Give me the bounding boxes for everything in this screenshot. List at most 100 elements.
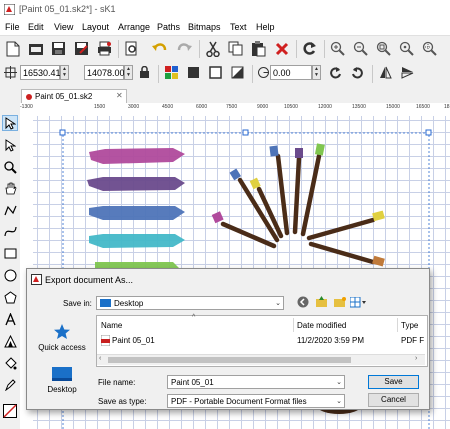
zoom-page-icon <box>376 41 391 56</box>
fill-toggle-button[interactable] <box>184 63 203 82</box>
y-position-spinner[interactable]: ▲ ▼ <box>124 65 133 80</box>
desktop-folder-icon <box>100 299 111 307</box>
desktop-label: Desktop <box>47 385 77 394</box>
type-column-header[interactable]: Type <box>401 321 418 330</box>
save-as-type-dropdown[interactable]: PDF - Portable Document Format files ⌄ <box>167 394 345 408</box>
menu-view[interactable]: View <box>54 22 73 32</box>
polygon-tool[interactable] <box>2 289 18 305</box>
scrollbar-thumb[interactable] <box>108 357 351 363</box>
zoom-out-icon <box>353 41 368 56</box>
flip-horizontal-button[interactable] <box>376 63 395 82</box>
cancel-dialog-button[interactable]: Cancel <box>368 393 419 407</box>
redo-icon <box>177 42 192 51</box>
ruler-label: 7500 <box>226 104 238 110</box>
fill-tool[interactable] <box>2 355 18 371</box>
zoom-in-button[interactable] <box>328 39 347 58</box>
flip-vertical-button[interactable] <box>398 63 417 82</box>
scroll-right-icon[interactable]: › <box>415 355 417 362</box>
menu-layout[interactable]: Layout <box>82 22 109 32</box>
undo-button[interactable] <box>150 39 169 58</box>
zoom-page-button[interactable] <box>374 39 393 58</box>
redo-button[interactable] <box>174 39 193 58</box>
menu-file[interactable]: File <box>5 22 20 32</box>
menu-arrange[interactable]: Arrange <box>118 22 150 32</box>
page-orientation-button[interactable] <box>162 63 181 82</box>
toolbar-separator <box>158 65 159 83</box>
cut-button[interactable] <box>203 39 222 58</box>
copy-button[interactable] <box>226 39 245 58</box>
node-edit-tool[interactable] <box>2 137 18 153</box>
desktop-place[interactable]: Desktop <box>30 367 94 394</box>
gradient-tool[interactable] <box>2 333 18 349</box>
file-name-input[interactable]: Paint 05_01 ⌄ <box>167 375 345 389</box>
name-column-header[interactable]: Name <box>101 321 122 330</box>
paintbrush-handle <box>306 217 376 241</box>
eyedropper-tool[interactable] <box>2 376 18 392</box>
menu-paths[interactable]: Paths <box>157 22 180 32</box>
zoom-selection-button[interactable] <box>397 39 416 58</box>
rectangle-tool[interactable] <box>2 245 18 261</box>
up-folder-button[interactable] <box>313 294 329 310</box>
color-swap-tool[interactable] <box>2 403 18 419</box>
back-button[interactable] <box>295 294 311 310</box>
zoom-fit-button[interactable] <box>420 39 439 58</box>
desktop-icon <box>52 367 72 381</box>
x-position-field[interactable]: 16530.41 <box>20 65 61 80</box>
refresh-button[interactable] <box>300 39 319 58</box>
quick-access-place[interactable]: Quick access <box>30 323 94 352</box>
save-as-button[interactable] <box>72 39 91 58</box>
paste-button[interactable] <box>249 39 268 58</box>
view-menu-button[interactable] <box>349 294 367 310</box>
save-dialog-button[interactable]: Save <box>368 375 419 389</box>
save-in-dropdown[interactable]: Desktop ⌄ <box>96 296 284 310</box>
purple-paint-stroke <box>87 177 185 191</box>
text-tool[interactable] <box>2 311 18 327</box>
polyline-tool[interactable] <box>2 202 18 218</box>
rotate-right-button[interactable] <box>348 63 367 82</box>
rectangle-icon <box>4 248 16 258</box>
save-button[interactable] <box>49 39 68 58</box>
polyline-icon <box>3 205 17 215</box>
rotation-spinner[interactable]: ▲ ▼ <box>312 65 321 80</box>
outline-toggle-button[interactable] <box>206 63 225 82</box>
curve-tool[interactable] <box>2 223 18 239</box>
selection-tool[interactable] <box>2 115 18 131</box>
undo-icon <box>151 42 166 51</box>
print-button[interactable] <box>95 39 114 58</box>
document-tab[interactable]: Paint 05_01.sk2 ✕ <box>21 89 127 104</box>
flip-vertical-icon <box>401 67 414 79</box>
open-button[interactable] <box>26 39 45 58</box>
pan-tool[interactable] <box>2 180 18 196</box>
horizontal-scrollbar[interactable]: ‹ › <box>97 354 425 365</box>
half-fill-button[interactable] <box>228 63 247 82</box>
export-dialog: Export document As... Save in: Desktop ⌄… <box>26 268 430 410</box>
quick-access-icon <box>54 324 70 339</box>
text-icon <box>4 312 16 325</box>
new-document-button[interactable] <box>3 39 22 58</box>
menu-text[interactable]: Text <box>230 22 247 32</box>
new-folder-icon <box>333 297 346 307</box>
zoom-out-button[interactable] <box>351 39 370 58</box>
zoom-tool[interactable] <box>2 159 18 175</box>
scroll-left-icon[interactable]: ‹ <box>99 355 101 362</box>
delete-button[interactable] <box>272 39 291 58</box>
rotation-field[interactable]: 0.00 <box>270 65 312 80</box>
menu-bitmaps[interactable]: Bitmaps <box>188 22 221 32</box>
lock-ratio-button[interactable] <box>135 63 154 82</box>
print-preview-button[interactable] <box>122 39 141 58</box>
paintbrush-fan <box>220 153 376 265</box>
date-column-header[interactable]: Date modified <box>297 321 346 330</box>
close-tab-icon[interactable]: ✕ <box>116 91 123 100</box>
new-folder-button[interactable] <box>331 294 347 310</box>
menu-help[interactable]: Help <box>256 22 275 32</box>
file-list[interactable]: Name ^ Date modified Type Paint 05_01 11… <box>96 314 428 367</box>
x-position-spinner[interactable]: ▲ ▼ <box>60 65 69 80</box>
rotate-left-button[interactable] <box>326 63 345 82</box>
gradient-icon <box>3 334 17 347</box>
arrow-pointer-icon <box>5 116 16 130</box>
view-grid-icon <box>350 296 366 307</box>
menu-edit[interactable]: Edit <box>28 22 44 32</box>
magnifier-icon <box>3 160 17 174</box>
y-position-field[interactable]: 14078.00 <box>84 65 125 80</box>
ellipse-tool[interactable] <box>2 267 18 283</box>
